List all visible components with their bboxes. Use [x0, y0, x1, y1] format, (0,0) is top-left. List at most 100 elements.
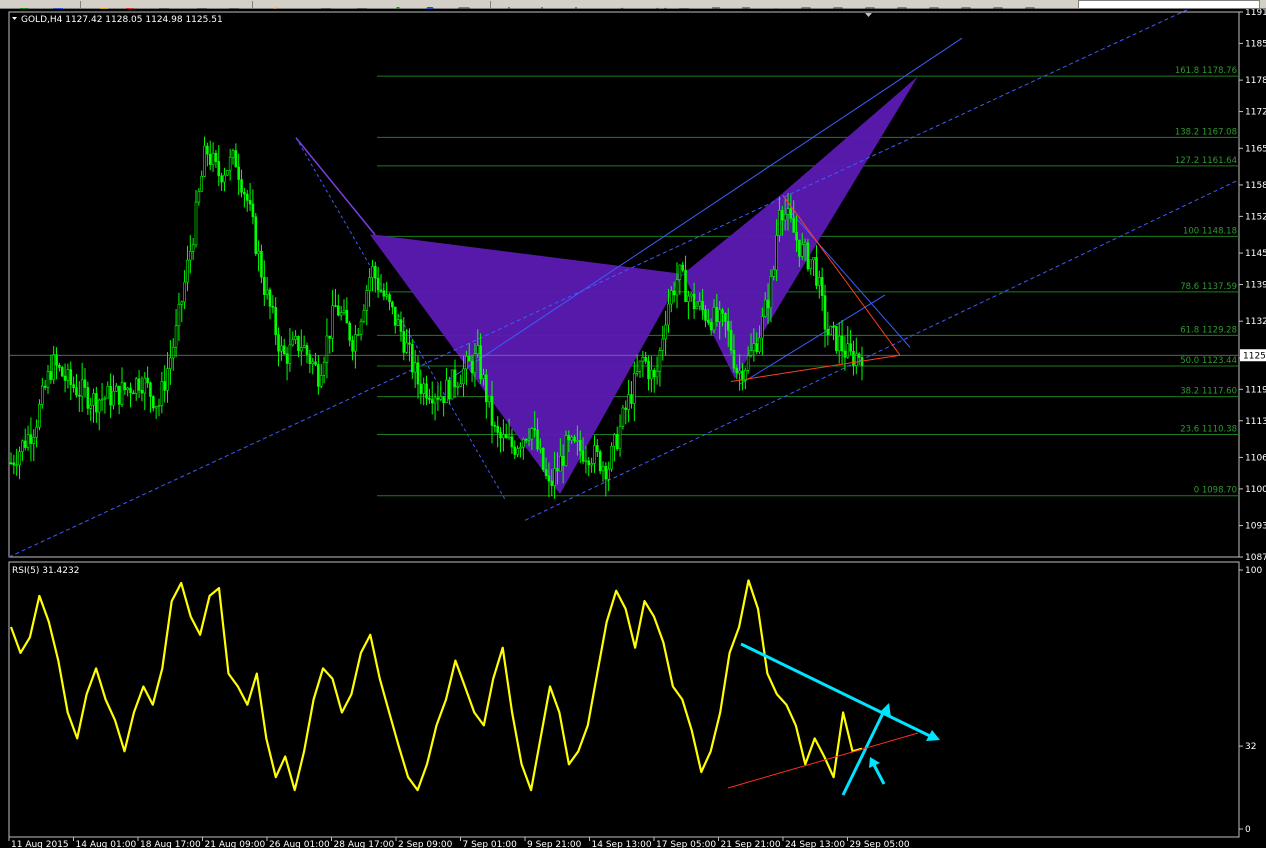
- candle-body: [527, 438, 531, 441]
- candle-body: [248, 200, 252, 205]
- scroll-icon[interactable]: [196, 0, 208, 14]
- candle-body: [9, 462, 13, 464]
- candle-body: [718, 309, 721, 322]
- candle-body: [487, 395, 491, 403]
- candle-body: [823, 295, 827, 330]
- candle-body: [83, 379, 87, 388]
- vertical-line-icon[interactable]: [536, 0, 548, 15]
- candle-body: [382, 290, 386, 297]
- candle-body: [692, 293, 696, 310]
- candle-body: [684, 269, 687, 302]
- candle-body: [123, 382, 127, 391]
- price-tick-label: 1132: [1245, 317, 1266, 327]
- horizontal-line-icon[interactable]: [570, 0, 582, 15]
- navigator-icon[interactable]: [424, 0, 436, 14]
- autoscroll-icon[interactable]: [228, 0, 240, 14]
- toolbar-separator: [80, 1, 81, 8]
- candle-body: [473, 353, 477, 373]
- candle-body: [607, 468, 610, 480]
- period-h4-icon[interactable]: [928, 0, 940, 15]
- candle-body: [334, 305, 337, 307]
- candle-body: [596, 445, 599, 452]
- candle-body: [761, 316, 764, 339]
- period-m5-icon[interactable]: [832, 0, 844, 15]
- time-tick-label: 2 Sep 09:00: [398, 840, 453, 848]
- period-mn-icon[interactable]: [1024, 0, 1036, 15]
- terminal-icon[interactable]: [458, 0, 470, 15]
- price-tick-label: 1113: [1245, 417, 1266, 427]
- candle-body: [368, 277, 371, 291]
- channel-icon[interactable]: [650, 0, 667, 15]
- period-h1-icon[interactable]: [896, 0, 908, 15]
- line-icon[interactable]: [290, 0, 302, 12]
- fibonacci-icon[interactable]: [678, 0, 690, 14]
- candle-body: [137, 378, 141, 391]
- candle-body: [450, 369, 454, 400]
- candle-body: [855, 353, 858, 366]
- search-input[interactable]: [1078, 0, 1260, 9]
- candle-body: [843, 350, 847, 358]
- open-icon[interactable]: [52, 0, 64, 14]
- candle-body: [567, 435, 571, 441]
- candle-body: [311, 361, 314, 364]
- candle-body: [809, 259, 813, 270]
- candle-body: [624, 407, 628, 410]
- candle-body: [573, 436, 576, 442]
- candle-body: [630, 394, 633, 404]
- candle-body: [738, 370, 741, 374]
- new-order-icon[interactable]: [18, 0, 30, 14]
- time-tick-label: 24 Sep 13:00: [785, 840, 845, 848]
- chart-window[interactable]: 161.8 1178.76 138.2 1167.08 127.2 1161.64 1…: [0, 9, 1266, 848]
- candle-body: [627, 394, 630, 410]
- rsi-tick-label: 0: [1245, 825, 1251, 835]
- period-w1-icon[interactable]: [992, 0, 1004, 15]
- candle-body: [15, 464, 18, 467]
- candle-body: [166, 368, 169, 391]
- candle-body: [60, 367, 64, 377]
- candle-body: [80, 379, 84, 397]
- tile-icon[interactable]: [158, 0, 170, 14]
- period-d1-icon[interactable]: [960, 0, 972, 15]
- candle-body: [337, 305, 340, 316]
- time-tick-label: 29 Sep 05:00: [850, 840, 910, 848]
- candle-body: [709, 321, 713, 331]
- candle-body: [849, 343, 852, 352]
- candle-body: [197, 191, 201, 203]
- candle-body: [374, 266, 377, 279]
- candle-body: [502, 434, 505, 439]
- period-m1-icon[interactable]: [800, 0, 812, 15]
- arrows-icon[interactable]: [770, 0, 782, 14]
- candle-body: [220, 175, 223, 183]
- candle-body: [652, 369, 656, 378]
- candle-body: [245, 193, 249, 201]
- template-icon[interactable]: [392, 0, 404, 15]
- period-icon[interactable]: [356, 0, 368, 14]
- candle-body: [277, 334, 280, 352]
- indicator-icon[interactable]: [320, 0, 332, 14]
- label-icon[interactable]: [740, 0, 752, 15]
- candle-body: [282, 345, 286, 355]
- candle-body: [837, 335, 841, 352]
- candle-body: [493, 425, 497, 427]
- candle-body: [319, 375, 323, 387]
- zoom-out-icon[interactable]: [124, 0, 136, 14]
- cursor-icon[interactable]: [506, 0, 518, 15]
- zoom-in-icon[interactable]: [98, 0, 110, 14]
- candle-body: [251, 203, 255, 218]
- candle-body: [496, 426, 499, 433]
- period-m15-icon[interactable]: [864, 0, 876, 15]
- crosshair-icon[interactable]: [266, 0, 278, 15]
- candle-body: [701, 301, 704, 311]
- candle-body: [291, 339, 295, 346]
- candle-body: [260, 250, 263, 278]
- candle-body: [820, 277, 824, 296]
- candle-body: [129, 387, 132, 394]
- candle-body: [476, 345, 480, 355]
- trendline-icon[interactable]: [612, 0, 624, 15]
- candle-body: [26, 434, 30, 448]
- candle-body: [672, 290, 676, 296]
- candle-body: [132, 392, 135, 395]
- candle-body: [658, 350, 662, 372]
- chart-canvas[interactable]: 161.8 1178.76 138.2 1167.08 127.2 1161.64 1…: [0, 9, 1266, 848]
- text-icon[interactable]: [710, 0, 722, 15]
